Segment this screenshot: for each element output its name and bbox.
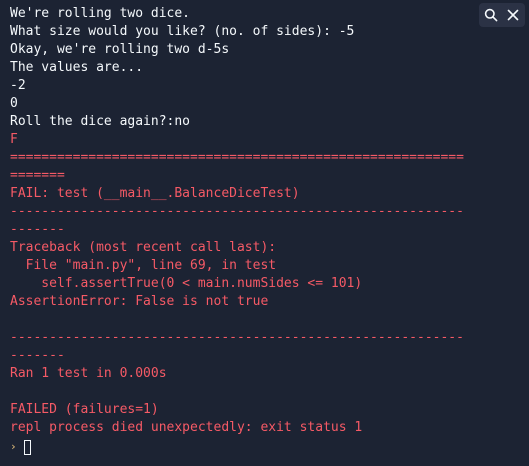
output-line: FAILED (failures=1) [10, 402, 159, 417]
output-line: The values are... [10, 60, 144, 75]
output-line: ------- [10, 222, 65, 237]
output-line: ======= [10, 168, 65, 183]
close-button[interactable] [503, 5, 523, 25]
output-line: We're rolling two dice. [10, 6, 191, 21]
close-icon [507, 9, 519, 21]
input-prompt-row[interactable]: › [10, 437, 529, 457]
output-lines: We're rolling two dice. What size would y… [10, 5, 529, 437]
output-line: ========================================… [10, 150, 464, 165]
text-cursor[interactable] [24, 439, 31, 455]
console-toolbar [479, 3, 525, 27]
output-line: Ran 1 test in 0.000s [10, 366, 167, 381]
console-output[interactable]: We're rolling two dice. What size would y… [0, 0, 529, 466]
output-line: -2 [10, 78, 26, 93]
prompt-chevron-icon: › [10, 440, 17, 453]
output-line: Okay, we're rolling two d-5s [10, 42, 230, 57]
output-line: Roll the dice again?:no [10, 114, 191, 129]
output-line: ------- [10, 348, 65, 363]
output-line: 0 [10, 96, 18, 111]
search-button[interactable] [481, 5, 501, 25]
output-line: ----------------------------------------… [10, 204, 464, 219]
output-line: repl process died unexpectedly: exit sta… [10, 420, 363, 435]
output-line: self.assertTrue(0 < main.numSides <= 101… [10, 276, 363, 291]
output-line: FAIL: test (__main__.BalanceDiceTest) [10, 186, 300, 201]
output-line: F [10, 132, 18, 147]
output-line: ----------------------------------------… [10, 330, 464, 345]
output-line: AssertionError: False is not true [10, 294, 269, 309]
output-line: File "main.py", line 69, in test [10, 258, 277, 273]
output-line: What size would you like? (no. of sides)… [10, 24, 355, 39]
output-line: Traceback (most recent call last): [10, 240, 277, 255]
search-icon [484, 8, 498, 22]
